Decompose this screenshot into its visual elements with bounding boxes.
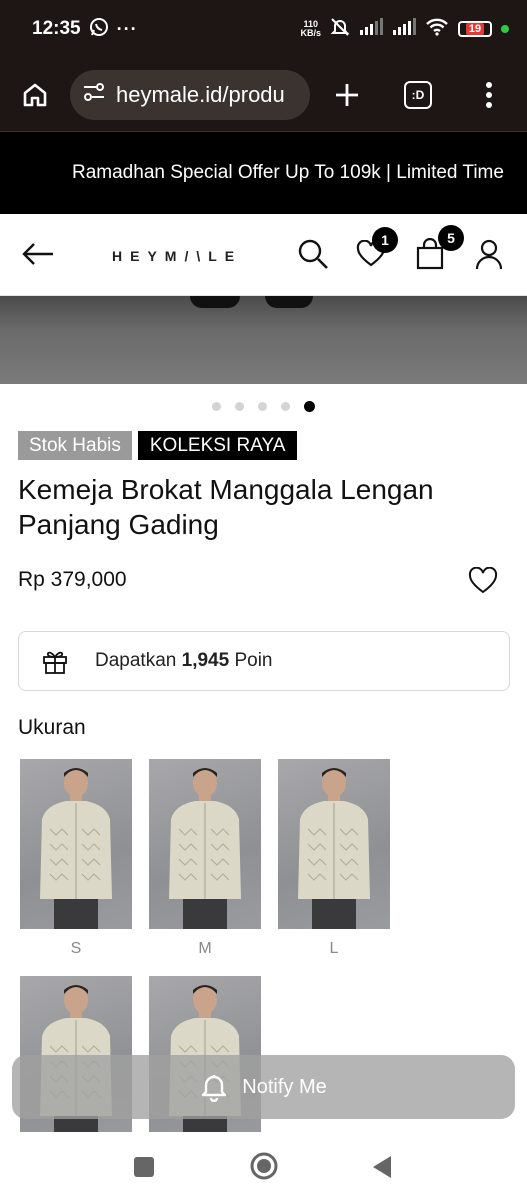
site-settings-icon[interactable]: [82, 81, 106, 109]
model-figure: [298, 768, 370, 929]
size-option-s[interactable]: [20, 759, 132, 929]
cart-button[interactable]: 5: [416, 225, 464, 270]
size-label: L: [329, 940, 339, 957]
tab-switcher-label: :D: [411, 87, 425, 102]
more-icon: ···: [116, 18, 138, 39]
triangle-back-icon: [373, 1156, 391, 1178]
search-icon: [298, 239, 328, 269]
status-bar: 12:35 ··· 110 KB/s 19: [0, 0, 527, 58]
user-icon: [475, 239, 503, 270]
product-image[interactable]: [0, 296, 527, 384]
bell-icon: [202, 1075, 227, 1102]
kebab-menu-icon: [486, 81, 492, 108]
status-time: 12:35: [32, 18, 81, 39]
battery-icon: 19: [458, 21, 492, 37]
home-nav-button[interactable]: [249, 1151, 279, 1186]
site-header: HEYM/\LE 1 5: [0, 214, 527, 296]
network-speed: 110 KB/s: [300, 19, 321, 38]
privacy-indicator-dot: [501, 25, 509, 33]
reward-points-box: Dapatkan 1,945 Poin: [18, 631, 510, 691]
size-label: M: [198, 940, 212, 957]
carousel-dot[interactable]: [281, 402, 290, 411]
signal-icon: [392, 17, 416, 41]
square-icon: [134, 1157, 154, 1177]
mute-icon: [330, 17, 350, 42]
points-value: 1,945: [181, 650, 230, 671]
new-tab-button[interactable]: [332, 74, 362, 116]
notify-me-label: Notify Me: [242, 1075, 327, 1098]
shoe-shape: [265, 296, 313, 308]
carousel-dot[interactable]: [212, 402, 221, 411]
account-button[interactable]: [475, 238, 503, 275]
heart-icon: [468, 566, 498, 594]
product-title: Kemeja Brokat Manggala Lengan Panjang Ga…: [18, 474, 434, 540]
system-nav-bar: [0, 1132, 527, 1200]
add-to-wishlist-button[interactable]: [468, 566, 498, 600]
size-option-l[interactable]: [278, 759, 390, 929]
search-button[interactable]: [297, 238, 329, 275]
product-price: Rp 379,000: [18, 568, 127, 591]
tab-switcher-button[interactable]: :D: [404, 80, 432, 109]
shoe-shape: [190, 296, 240, 308]
carousel-dot-active[interactable]: [304, 401, 315, 412]
arrow-left-icon: [22, 243, 53, 265]
cart-count-badge: 5: [438, 225, 464, 251]
size-section-title: Ukuran: [18, 716, 86, 739]
size-label: S: [70, 940, 82, 957]
carousel-dots: [212, 401, 315, 412]
url-text: heymale.id/produ: [116, 81, 285, 107]
product-tags: Stok Habis KOLEKSI RAYA: [18, 431, 298, 460]
plus-icon: [336, 83, 358, 106]
url-bar[interactable]: heymale.id/produ: [70, 69, 310, 120]
wishlist-count-badge: 1: [372, 227, 398, 253]
back-nav-button[interactable]: [372, 1155, 392, 1184]
home-icon: [23, 83, 47, 106]
model-figure: [40, 768, 112, 929]
circle-icon: [250, 1152, 278, 1180]
out-of-stock-tag: Stok Habis: [18, 431, 132, 460]
recents-button[interactable]: [133, 1156, 155, 1183]
carousel-dot[interactable]: [258, 402, 267, 411]
browser-toolbar: heymale.id/produ :D: [0, 58, 527, 132]
gift-icon: [43, 651, 67, 674]
promo-banner[interactable]: Ramadhan Special Offer Up To 109k | Limi…: [0, 132, 527, 214]
signal-icon: [359, 17, 383, 41]
collection-tag: KOLEKSI RAYA: [137, 431, 298, 460]
promo-text: Ramadhan Special Offer Up To 109k | Limi…: [72, 162, 504, 183]
browser-menu-button[interactable]: [484, 77, 494, 113]
carousel-dot[interactable]: [235, 402, 244, 411]
whatsapp-icon: [89, 17, 109, 42]
home-button[interactable]: [14, 74, 56, 116]
size-option-m[interactable]: [149, 759, 261, 929]
points-text: Dapatkan 1,945 Poin: [95, 650, 273, 671]
brand-logo[interactable]: HEYM/\LE: [112, 248, 242, 264]
wifi-icon: [425, 18, 449, 41]
wishlist-button[interactable]: 1: [356, 227, 398, 268]
model-figure: [169, 768, 241, 929]
notify-me-button[interactable]: Notify Me: [12, 1055, 515, 1119]
back-button[interactable]: [20, 240, 56, 273]
